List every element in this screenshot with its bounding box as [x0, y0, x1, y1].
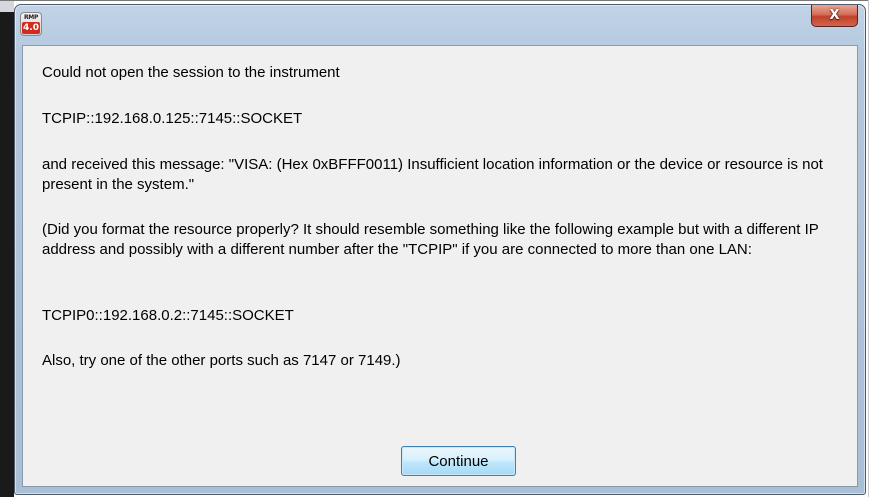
app-icon: RMP 4.0: [20, 12, 42, 36]
app-icon-version: 4.0: [22, 22, 40, 34]
background-window-edge-top: [0, 0, 14, 12]
message-line-resource: TCPIP::192.168.0.125::7145::SOCKET: [42, 110, 303, 127]
background-window-edge: [0, 0, 14, 497]
title-bar[interactable]: RMP 4.0 X: [15, 5, 865, 45]
message-line-ports: Also, try one of the other ports such as…: [42, 352, 401, 369]
background-top-line: [0, 0, 869, 1]
close-button[interactable]: X: [811, 5, 858, 27]
message-line-example: TCPIP0::192.168.0.2::7145::SOCKET: [42, 307, 294, 324]
close-icon: X: [829, 8, 840, 23]
message-line-visa: and received this message: "VISA: (Hex 0…: [42, 156, 823, 193]
message-line-error: Could not open the session to the instru…: [42, 64, 340, 81]
message-line-hint: (Did you format the resource properly? I…: [42, 221, 819, 258]
app-icon-top-text: RMP: [23, 14, 39, 21]
continue-button[interactable]: Continue: [401, 446, 516, 476]
error-dialog: RMP 4.0 X Could not open the session to …: [14, 4, 866, 495]
dialog-body: Could not open the session to the instru…: [22, 45, 858, 487]
